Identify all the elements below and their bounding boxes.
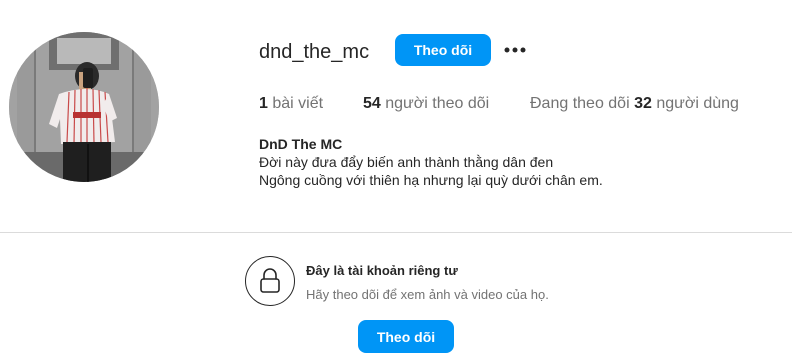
avatar-photo [9, 32, 159, 182]
following-prefix: Đang theo dõi [530, 95, 635, 112]
profile-bio: DnD The MC Đời này đưa đẩy biến anh thàn… [259, 135, 603, 189]
follow-button[interactable]: Theo dõi [395, 34, 491, 66]
posts-count: 1 [259, 95, 268, 112]
section-divider [0, 232, 792, 233]
profile-page: dnd_the_mc Theo dõi 1 bài viết 54 người … [0, 0, 792, 358]
stat-following[interactable]: Đang theo dõi 32 người dùng [530, 94, 739, 114]
posts-label: bài viết [267, 95, 324, 112]
following-label: người dùng [651, 95, 739, 112]
private-account-subtitle: Hãy theo dõi để xem ảnh và video của họ. [306, 287, 549, 302]
private-account-title: Đây là tài khoản riêng tư [306, 263, 458, 278]
followers-label: người theo dõi [380, 95, 490, 112]
lock-icon [260, 268, 280, 293]
followers-count: 54 [363, 95, 381, 112]
more-horizontal-icon [504, 47, 526, 53]
stat-posts: 1 bài viết [259, 94, 323, 114]
profile-avatar[interactable] [9, 32, 159, 182]
more-options-button[interactable] [501, 38, 529, 62]
private-lock-badge [245, 256, 295, 306]
private-follow-button[interactable]: Theo dõi [358, 320, 454, 353]
following-count: 32 [634, 95, 652, 112]
bio-full-name: DnD The MC [259, 136, 343, 152]
stat-followers[interactable]: 54 người theo dõi [363, 94, 489, 114]
profile-username: dnd_the_mc [259, 41, 370, 63]
bio-line: Ngông cuồng với thiên hạ nhưng lại quỳ d… [259, 172, 603, 188]
bio-line: Đời này đưa đẩy biến anh thành thằng dân… [259, 154, 554, 170]
